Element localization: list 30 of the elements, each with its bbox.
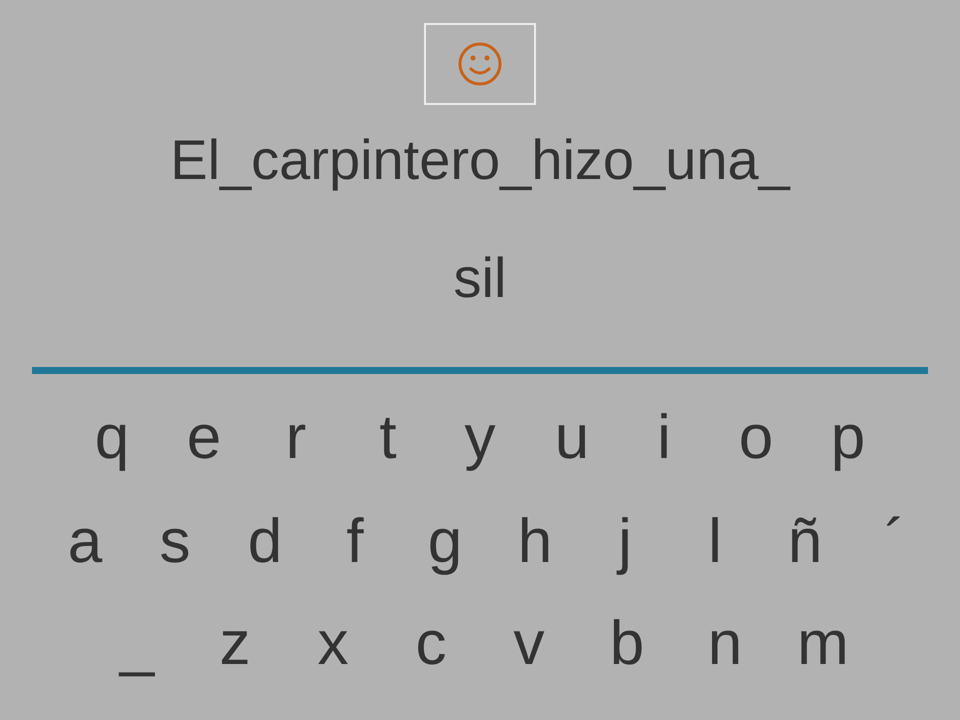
answer-text: sil xyxy=(454,245,506,311)
sentence-text: El_carpintero_hizo_una_ xyxy=(170,127,790,193)
letter-key[interactable]: d xyxy=(220,502,310,582)
letter-key[interactable]: q xyxy=(66,398,158,478)
letter-key[interactable]: m xyxy=(774,604,872,684)
letter-key[interactable]: o xyxy=(710,398,802,478)
letter-key[interactable]: y xyxy=(434,398,526,478)
letter-key[interactable]: g xyxy=(400,502,490,582)
letter-key[interactable]: a xyxy=(40,502,130,582)
letter-key[interactable]: ´ xyxy=(850,502,940,582)
letter-key[interactable]: s xyxy=(130,502,220,582)
letter-key[interactable]: p xyxy=(802,398,894,478)
letter-key[interactable]: c xyxy=(382,604,480,684)
letter-key[interactable]: _ xyxy=(88,604,186,684)
smiley-icon xyxy=(457,41,503,87)
letter-key[interactable]: j xyxy=(580,502,670,582)
letter-key[interactable]: b xyxy=(578,604,676,684)
letter-key[interactable]: l xyxy=(670,502,760,582)
letter-key[interactable]: t xyxy=(342,398,434,478)
letter-key[interactable]: h xyxy=(490,502,580,582)
letter-key[interactable]: e xyxy=(158,398,250,478)
letter-key[interactable]: x xyxy=(284,604,382,684)
letter-key[interactable]: u xyxy=(526,398,618,478)
letter-key[interactable]: ñ xyxy=(760,502,850,582)
letter-key[interactable]: f xyxy=(310,502,400,582)
letter-key[interactable]: z xyxy=(186,604,284,684)
letter-key[interactable]: i xyxy=(618,398,710,478)
letter-key[interactable]: v xyxy=(480,604,578,684)
letter-key[interactable]: r xyxy=(250,398,342,478)
letter-key[interactable]: n xyxy=(676,604,774,684)
